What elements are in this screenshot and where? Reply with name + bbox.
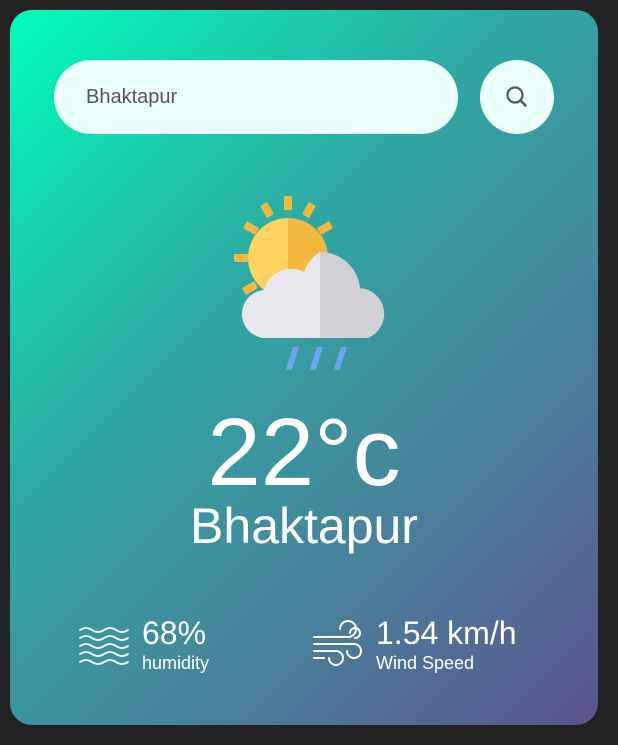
search-input[interactable]	[54, 60, 458, 134]
wind-label: Wind Speed	[376, 653, 475, 673]
temperature: 22°c	[207, 399, 401, 506]
search-bar	[54, 60, 554, 134]
humidity-text: 68% humidity	[142, 616, 209, 674]
wind-detail: 1.54 km/h Wind Speed	[312, 616, 517, 674]
humidity-label: humidity	[142, 653, 210, 673]
city-name: Bhaktapur	[190, 498, 418, 554]
humidity-detail: 68% humidity	[78, 616, 209, 674]
search-button[interactable]	[480, 60, 554, 134]
humidity-value: 68%	[142, 615, 207, 651]
waves-icon	[79, 627, 129, 665]
wind-icon	[313, 620, 362, 666]
search-icon	[506, 86, 527, 107]
weather-card: 22°c Bhaktapur 68% humidity	[10, 10, 598, 725]
sun-cloud-rain-icon	[234, 196, 385, 370]
wind-value: 1.54 km/h	[376, 615, 517, 651]
wind-text: 1.54 km/h Wind Speed	[376, 616, 517, 674]
